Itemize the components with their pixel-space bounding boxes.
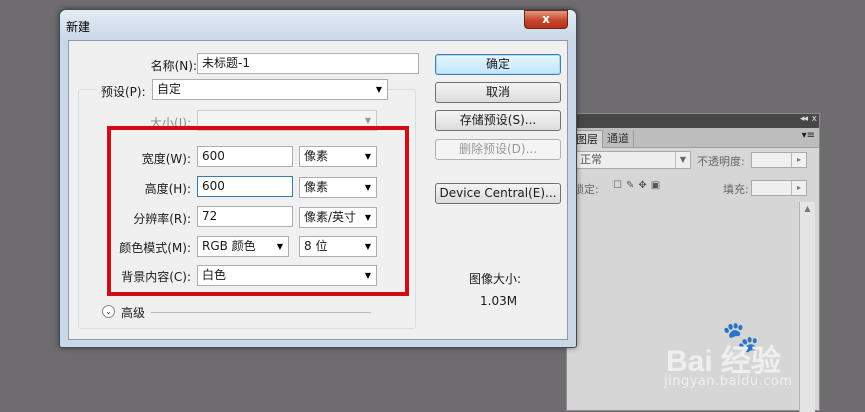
chevron-down-icon: ▼ bbox=[276, 242, 283, 251]
advanced-divider bbox=[151, 312, 371, 313]
preset-value: 自定 bbox=[157, 82, 182, 96]
close-button[interactable]: x bbox=[524, 10, 568, 29]
height-label: 高度(H): bbox=[144, 182, 191, 196]
fill-field[interactable]: ▸ bbox=[751, 180, 807, 196]
dialog-title: 新建 bbox=[66, 20, 91, 34]
image-size-label: 图像大小: bbox=[469, 272, 522, 286]
image-size-value: 1.03M bbox=[480, 294, 518, 308]
chevron-down-icon: ▼ bbox=[364, 152, 371, 161]
resolution-unit-select[interactable]: 像素/英寸 ▼ bbox=[299, 207, 377, 228]
expand-chevron-icon[interactable]: ⌄ bbox=[102, 305, 115, 318]
height-unit-select[interactable]: 像素 ▼ bbox=[299, 177, 377, 198]
device-central-button[interactable]: Device Central(E)... bbox=[435, 183, 561, 204]
title-bar bbox=[60, 10, 576, 40]
color-mode-select[interactable]: RGB 颜色 ▼ bbox=[197, 236, 289, 257]
ok-button[interactable]: 确定 bbox=[435, 54, 561, 75]
background-select[interactable]: 白色 ▼ bbox=[197, 265, 377, 286]
panel-header: ◂◂ x bbox=[567, 114, 819, 128]
width-input[interactable]: 600 bbox=[197, 146, 293, 167]
blend-mode-value: 正常 bbox=[580, 153, 602, 166]
chevron-right-icon: ▸ bbox=[791, 181, 806, 195]
background-label: 背景内容(C): bbox=[121, 270, 191, 284]
preset-select[interactable]: 自定 ▼ bbox=[152, 79, 388, 100]
bit-depth-value: 8 位 bbox=[304, 239, 328, 253]
name-label: 名称(N): bbox=[150, 59, 197, 73]
chevron-down-icon: ▼ bbox=[364, 242, 371, 251]
panel-menu-icon[interactable]: ▾≡ bbox=[802, 130, 815, 141]
height-unit-value: 像素 bbox=[304, 180, 329, 194]
cancel-button[interactable]: 取消 bbox=[435, 82, 561, 103]
color-mode-label: 颜色模式(M): bbox=[119, 241, 191, 255]
background-value: 白色 bbox=[202, 268, 227, 282]
preset-label: 预设(P): bbox=[97, 83, 150, 100]
chevron-down-icon: ▼ bbox=[675, 152, 690, 168]
delete-preset-button: 删除预设(D)... bbox=[435, 139, 561, 160]
width-unit-value: 像素 bbox=[304, 149, 329, 163]
resolution-input[interactable]: 72 bbox=[197, 206, 293, 227]
resolution-label: 分辨率(R): bbox=[133, 212, 191, 226]
new-document-dialog: 新建 x 名称(N): 未标题-1 预设(P): 自定 ▼ 大小(I): ▼ 宽… bbox=[59, 9, 577, 348]
bit-depth-select[interactable]: 8 位 ▼ bbox=[299, 236, 377, 257]
opacity-field[interactable]: ▸ bbox=[751, 152, 807, 168]
chevron-down-icon: ▼ bbox=[375, 85, 382, 94]
chevron-down-icon: ▼ bbox=[364, 271, 371, 280]
chevron-down-icon: ▼ bbox=[364, 213, 371, 222]
fill-label: 填充: bbox=[723, 183, 749, 196]
height-input[interactable]: 600 bbox=[197, 176, 293, 197]
opacity-label: 不透明度: bbox=[697, 155, 745, 168]
name-input[interactable]: 未标题-1 bbox=[197, 53, 419, 74]
panel-tabbar: 图层 通道 ▾≡ bbox=[567, 128, 819, 148]
watermark-url: jingyan.baidu.com bbox=[664, 374, 793, 389]
dialog-body: 名称(N): 未标题-1 预设(P): 自定 ▼ 大小(I): ▼ 宽度(W):… bbox=[68, 40, 568, 340]
chevron-down-icon: ▼ bbox=[364, 183, 371, 192]
width-unit-select[interactable]: 像素 ▼ bbox=[299, 146, 377, 167]
lock-icons[interactable]: ☐✎✥▣ bbox=[613, 180, 664, 191]
baidu-watermark: 🐾 Bai 经验 jingyan.baidu.com bbox=[664, 320, 814, 402]
collapse-icon[interactable]: ◂◂ bbox=[800, 114, 808, 124]
chevron-right-icon: ▸ bbox=[791, 153, 806, 167]
save-preset-button[interactable]: 存储预设(S)... bbox=[435, 110, 561, 131]
scroll-up-icon[interactable]: ▲ bbox=[800, 202, 815, 216]
color-mode-value: RGB 颜色 bbox=[202, 239, 256, 253]
close-icon[interactable]: x bbox=[812, 114, 817, 124]
blend-mode-select[interactable]: 正常 ▼ bbox=[575, 151, 691, 169]
advanced-label[interactable]: 高级 bbox=[121, 304, 145, 321]
tab-channels[interactable]: 通道 bbox=[603, 130, 634, 147]
width-label: 宽度(W): bbox=[141, 152, 191, 166]
resolution-unit-value: 像素/英寸 bbox=[304, 210, 357, 224]
